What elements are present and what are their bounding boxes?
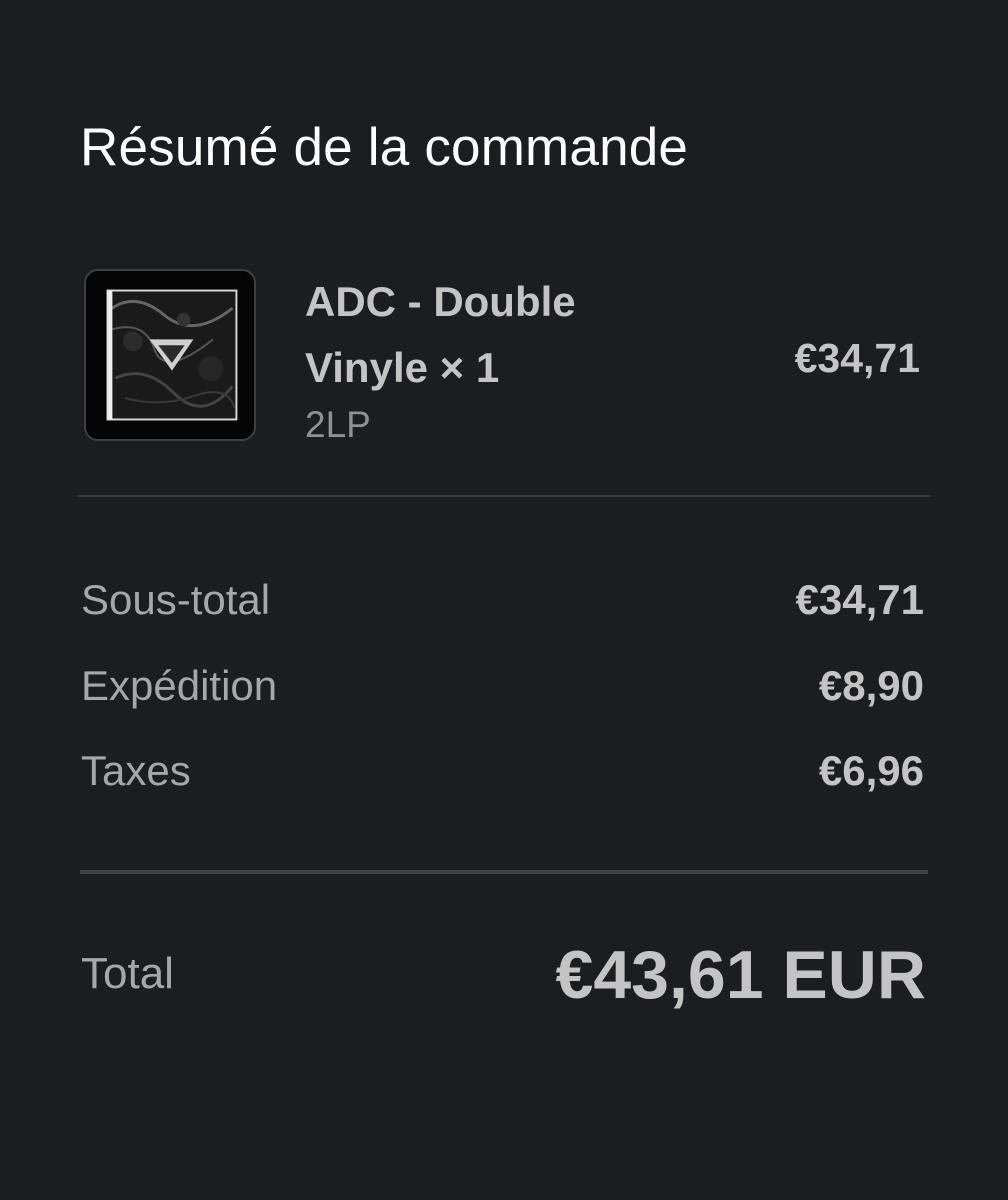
product-price: €34,71 — [794, 335, 920, 381]
total-divider — [80, 870, 928, 874]
product-name-line-1: ADC - Double — [305, 278, 576, 325]
taxes-label: Taxes — [81, 747, 191, 794]
total-label: Total — [81, 949, 174, 998]
taxes-value: €6,96 — [818, 747, 924, 794]
shipping-value: €8,90 — [818, 662, 924, 709]
subtotal-value: €34,71 — [795, 576, 924, 623]
shipping-label: Expédition — [81, 662, 278, 709]
album-cover-image — [84, 269, 256, 441]
total-value: €43,61 EUR — [555, 937, 926, 1013]
product-variant: 2LP — [305, 404, 371, 445]
order-summary-title: Résumé de la commande — [80, 118, 689, 177]
divider — [78, 495, 930, 497]
product-name: ADC - Double Vinyle × 1 — [305, 269, 576, 401]
subtotal-label: Sous-total — [81, 576, 271, 623]
product-name-line-2: Vinyle × 1 — [305, 344, 500, 391]
